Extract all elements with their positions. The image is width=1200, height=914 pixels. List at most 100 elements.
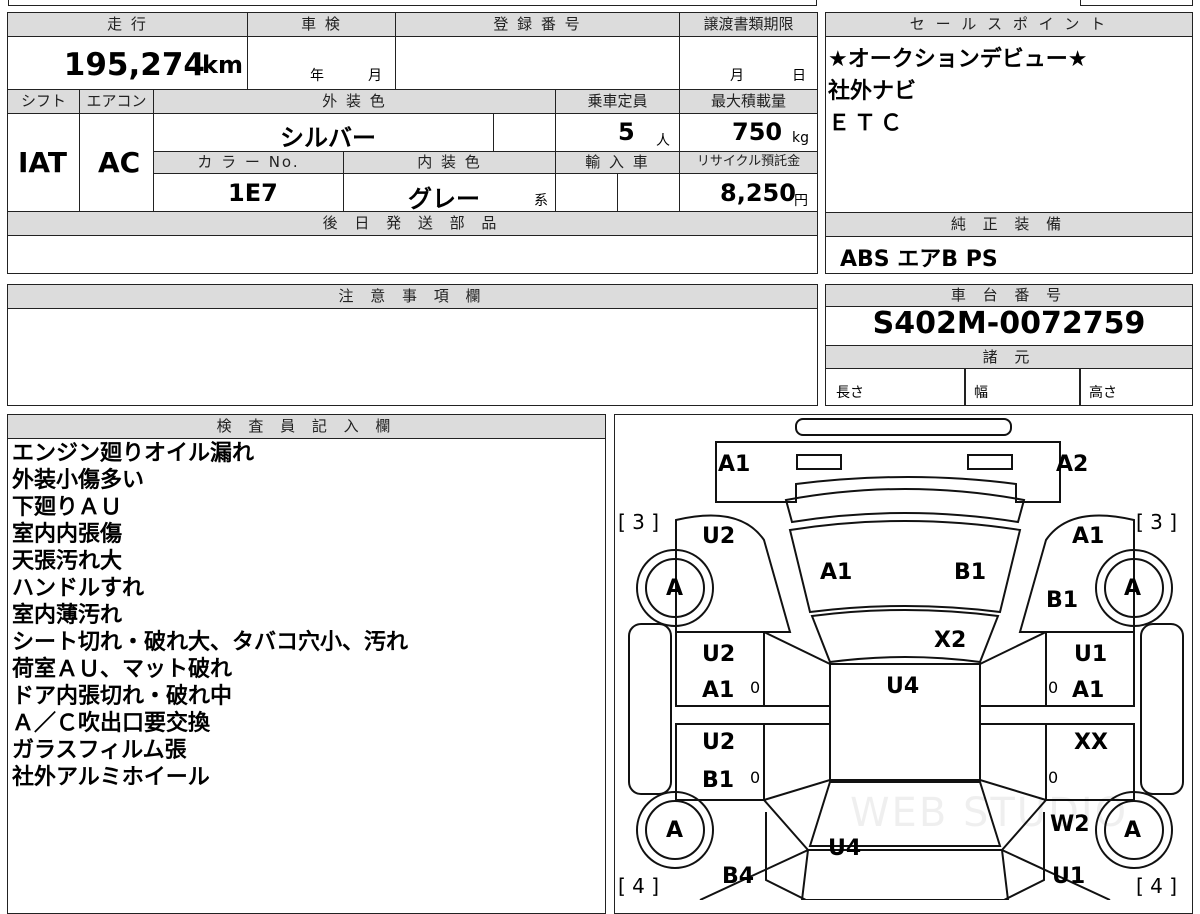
diagram-left-rear-door-1: U2 bbox=[702, 730, 736, 755]
sales-points-list: ★オークションデビュー★ 社外ナビ ＥＴＣ bbox=[828, 44, 1188, 140]
color-number-value: 1E7 bbox=[228, 179, 278, 207]
capacity-unit: 人 bbox=[656, 133, 670, 149]
max-load-unit: kg bbox=[792, 130, 809, 146]
mileage-unit: km bbox=[202, 51, 243, 79]
ac-cell: AC bbox=[80, 114, 154, 212]
transfer-deadline-label: 譲渡書類期限 bbox=[680, 13, 817, 37]
diagram-left-front-fender: U2 bbox=[702, 524, 736, 549]
diagram-left-tread-bottom: [ 4 ] bbox=[618, 874, 660, 898]
diagram-front-right-bumper: A2 bbox=[1056, 452, 1089, 477]
recycle-deposit-cell: 8,250 円 bbox=[680, 174, 817, 212]
watermark-text: WEB STUDIO bbox=[850, 790, 1129, 836]
diagram-right-tread-top: [ 3 ] bbox=[1136, 510, 1178, 534]
inspector-note: ハンドルすれ bbox=[12, 576, 145, 601]
max-load-cell: 750 kg bbox=[680, 114, 817, 152]
color-number-cell: 1E7 bbox=[154, 174, 344, 212]
shift-cell: IAT bbox=[8, 114, 80, 212]
inspector-note: 荷室ＡＵ、マット破れ bbox=[12, 657, 233, 682]
recycle-deposit-value: 8,250 bbox=[720, 179, 796, 207]
diagram-right-front-door-1: U1 bbox=[1074, 642, 1108, 667]
chassis-number-value: S402M-0072759 bbox=[872, 306, 1146, 341]
chassis-number-label: 車 台 番 号 bbox=[826, 285, 1192, 307]
interior-color-suffix: 系 bbox=[534, 193, 548, 209]
inspector-note: ガラスフィルム張 bbox=[12, 738, 187, 763]
inspector-note: 社外アルミホイール bbox=[12, 765, 210, 790]
registration-number-cell bbox=[396, 37, 680, 90]
top-stub-right bbox=[1080, 0, 1193, 6]
recycle-deposit-label: リサイクル預託金 bbox=[680, 152, 817, 174]
inspector-note: 外装小傷多い bbox=[12, 468, 145, 493]
transfer-deadline-cell: 月 日 bbox=[680, 37, 817, 90]
diagram-windshield: X2 bbox=[934, 628, 967, 653]
diagram-rear-right-lower: U1 bbox=[1052, 864, 1086, 889]
diagram-left-rear-door-2: B1 bbox=[702, 768, 735, 793]
shift-label: シフト bbox=[8, 90, 80, 114]
import-label: 輸 入 車 bbox=[556, 152, 680, 174]
diagram-right-tread-bottom: [ 4 ] bbox=[1136, 874, 1178, 898]
inspector-notes-label: 検 査 員 記 入 欄 bbox=[8, 415, 605, 439]
inspection-cell: 年 月 bbox=[248, 37, 396, 90]
import-cell-right bbox=[618, 174, 680, 212]
caution-label: 注 意 事 項 欄 bbox=[8, 285, 817, 309]
diagram-rear-center: U4 bbox=[828, 836, 862, 861]
color-number-label: カ ラ ー No. bbox=[154, 152, 344, 174]
inspector-note: シート切れ・破れ大、タバコ穴小、汚れ bbox=[12, 630, 409, 655]
spec-length-label: 長さ bbox=[836, 385, 864, 401]
diagram-front-left-bumper: A1 bbox=[718, 452, 751, 477]
capacity-cell: 5 人 bbox=[556, 114, 680, 152]
interior-color-value: グレー bbox=[408, 185, 480, 213]
top-stub-row bbox=[8, 0, 817, 6]
diagram-hood-left: A1 bbox=[820, 560, 853, 585]
diagram-rear-left: B4 bbox=[722, 864, 755, 889]
inspector-notes-list: エンジン廻りオイル漏れ 外装小傷多い 下廻りＡＵ 室内内張傷 天張汚れ大 ハンド… bbox=[12, 440, 602, 791]
max-load-value: 750 bbox=[732, 118, 783, 146]
inspection-label: 車 検 bbox=[248, 13, 396, 37]
diagram-right-front-fender-2: B1 bbox=[1046, 588, 1079, 613]
registration-number-label: 登 録 番 号 bbox=[396, 13, 680, 37]
inspector-note: 室内薄汚れ bbox=[12, 603, 123, 628]
diagram-zero: 0 bbox=[1048, 678, 1059, 697]
mileage-value: 195,274 bbox=[63, 47, 205, 83]
sales-point-line: 社外ナビ bbox=[828, 79, 917, 104]
diagram-roof: U4 bbox=[886, 674, 920, 699]
exterior-color-extra-cell bbox=[494, 114, 556, 152]
interior-color-label: 内 装 色 bbox=[344, 152, 556, 174]
specs-label: 諸 元 bbox=[826, 345, 1192, 369]
exterior-color-cell: シルバー bbox=[154, 114, 494, 152]
spec-height-label: 高さ bbox=[1089, 385, 1117, 401]
spec-divider-2 bbox=[1079, 369, 1081, 405]
capacity-value: 5 bbox=[618, 118, 635, 146]
sales-point-line: ＥＴＣ bbox=[828, 111, 907, 136]
diagram-right-front-fender-1: A1 bbox=[1072, 524, 1105, 549]
exterior-color-label: 外 装 色 bbox=[154, 90, 556, 114]
diagram-wheel-front-left: A bbox=[666, 576, 684, 601]
inspector-note: 室内内張傷 bbox=[12, 522, 123, 547]
mileage-cell: 195,274 km bbox=[8, 37, 248, 90]
diagram-right-rear-door: XX bbox=[1074, 730, 1108, 755]
inspector-note: Ａ／Ｃ吹出口要交換 bbox=[12, 711, 211, 736]
genuine-equipment-value: ABS エアB PS bbox=[840, 247, 998, 272]
exterior-color-value: シルバー bbox=[280, 124, 376, 152]
diagram-right-front-door-2: A1 bbox=[1072, 678, 1105, 703]
spec-divider-1 bbox=[964, 369, 966, 405]
diagram-left-front-door-2: A1 bbox=[702, 678, 735, 703]
transfer-month-unit: 月 bbox=[730, 68, 744, 84]
inspection-month-unit: 月 bbox=[368, 68, 382, 84]
diagram-left-front-door-1: U2 bbox=[702, 642, 736, 667]
diagram-hood-right: B1 bbox=[954, 560, 987, 585]
inspector-note: ドア内張切れ・破れ中 bbox=[12, 684, 233, 709]
shift-value: IAT bbox=[18, 146, 68, 179]
diagram-zero: 0 bbox=[1048, 768, 1059, 787]
sales-points-label: セ ー ル ス ポ イ ン ト bbox=[826, 13, 1192, 37]
ac-value: AC bbox=[98, 146, 141, 179]
spec-width-label: 幅 bbox=[974, 385, 988, 401]
capacity-label: 乗車定員 bbox=[556, 90, 680, 114]
interior-color-cell: グレー 系 bbox=[344, 174, 556, 213]
later-parts-label: 後 日 発 送 部 品 bbox=[8, 212, 817, 236]
transfer-day-unit: 日 bbox=[792, 68, 806, 84]
inspection-year-unit: 年 bbox=[310, 68, 324, 84]
diagram-wheel-rear-left: A bbox=[666, 818, 684, 843]
import-cell-left bbox=[556, 174, 618, 212]
max-load-label: 最大積載量 bbox=[680, 90, 817, 114]
diagram-left-tread-top: [ 3 ] bbox=[618, 510, 660, 534]
